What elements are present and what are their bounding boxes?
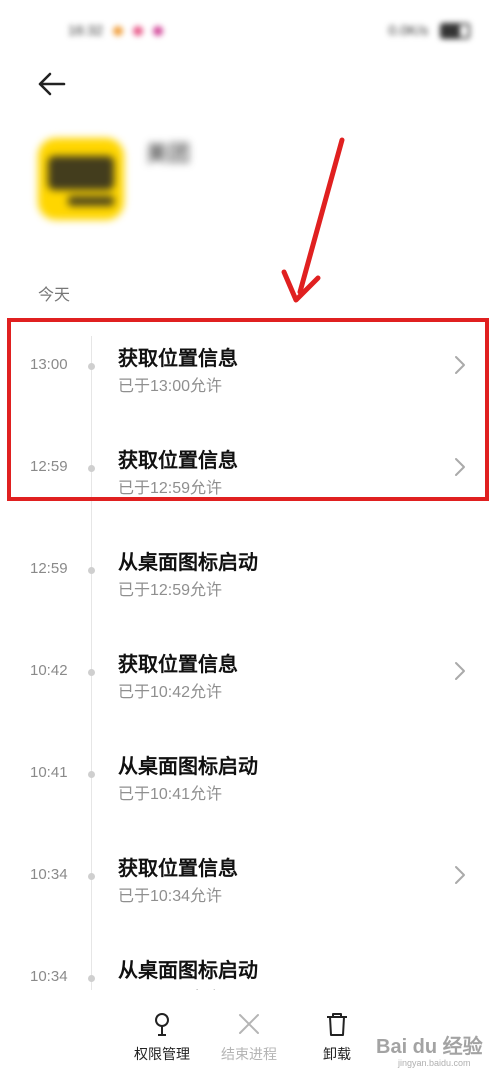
chevron-right-icon: [455, 662, 465, 680]
watermark-url: jingyan.baidu.com: [398, 1058, 471, 1068]
end-process-label: 结束进程: [221, 1046, 277, 1062]
record-time: 10:34: [30, 866, 68, 883]
record-subtitle: 已于12:59允许: [118, 582, 223, 599]
record-subtitle: 已于10:42允许: [118, 684, 223, 701]
status-bar: 16:32 0.0K/s: [0, 0, 500, 60]
status-indicators: 0.0K/s: [388, 22, 470, 40]
network-speed: 0.0K/s: [388, 22, 429, 38]
annotation-arrow-icon: [281, 137, 345, 303]
trash-icon: [327, 1013, 347, 1036]
notification-icon: [112, 26, 123, 37]
record-title: 获取位置信息: [118, 654, 238, 676]
timeline-dot: [88, 669, 95, 676]
status-time: 16:32: [68, 22, 163, 38]
permissions-button[interactable]: 权限管理: [117, 1010, 207, 1064]
record-time: 10:42: [30, 662, 68, 679]
record-time: 10:41: [30, 764, 68, 781]
record-time: 12:59: [30, 560, 68, 577]
watermark: Bai du 经验: [376, 1036, 483, 1058]
close-icon: [239, 1014, 259, 1034]
record-time: 10:34: [30, 968, 68, 985]
chevron-right-icon: [455, 866, 465, 884]
notification-icon: [132, 26, 143, 37]
notification-icon: [152, 26, 163, 37]
record-title: 从桌面图标启动: [118, 960, 258, 982]
app-icon: [38, 138, 124, 220]
status-clock: 16:32: [68, 22, 104, 38]
end-process-button[interactable]: 结束进程: [204, 1010, 294, 1064]
record-title: 获取位置信息: [118, 858, 238, 880]
uninstall-button[interactable]: 卸载: [292, 1010, 382, 1064]
battery-icon: [440, 23, 470, 40]
permissions-label: 权限管理: [134, 1046, 190, 1062]
timeline-dot: [88, 873, 95, 880]
app-name: 美团: [146, 141, 191, 166]
record-title: 从桌面图标启动: [118, 552, 258, 574]
back-arrow-icon[interactable]: [34, 66, 70, 102]
record-item[interactable]: 10:42 获取位置信息 已于10:42允许: [0, 642, 500, 744]
record-title: 从桌面图标启动: [118, 756, 258, 778]
uninstall-label: 卸载: [323, 1046, 351, 1062]
highlight-box: [7, 318, 489, 501]
record-subtitle: 已于10:41允许: [118, 786, 223, 803]
timeline-dot: [88, 771, 95, 778]
record-item: 12:59 从桌面图标启动 已于12:59允许: [0, 540, 500, 642]
section-today-label: 今天: [38, 287, 71, 304]
record-subtitle: 已于10:34允许: [118, 888, 223, 905]
key-icon: [155, 1013, 169, 1036]
timeline-dot: [88, 567, 95, 574]
record-item[interactable]: 10:34 获取位置信息 已于10:34允许: [0, 846, 500, 948]
timeline-dot: [88, 975, 95, 982]
record-item: 10:41 从桌面图标启动 已于10:41允许: [0, 744, 500, 846]
